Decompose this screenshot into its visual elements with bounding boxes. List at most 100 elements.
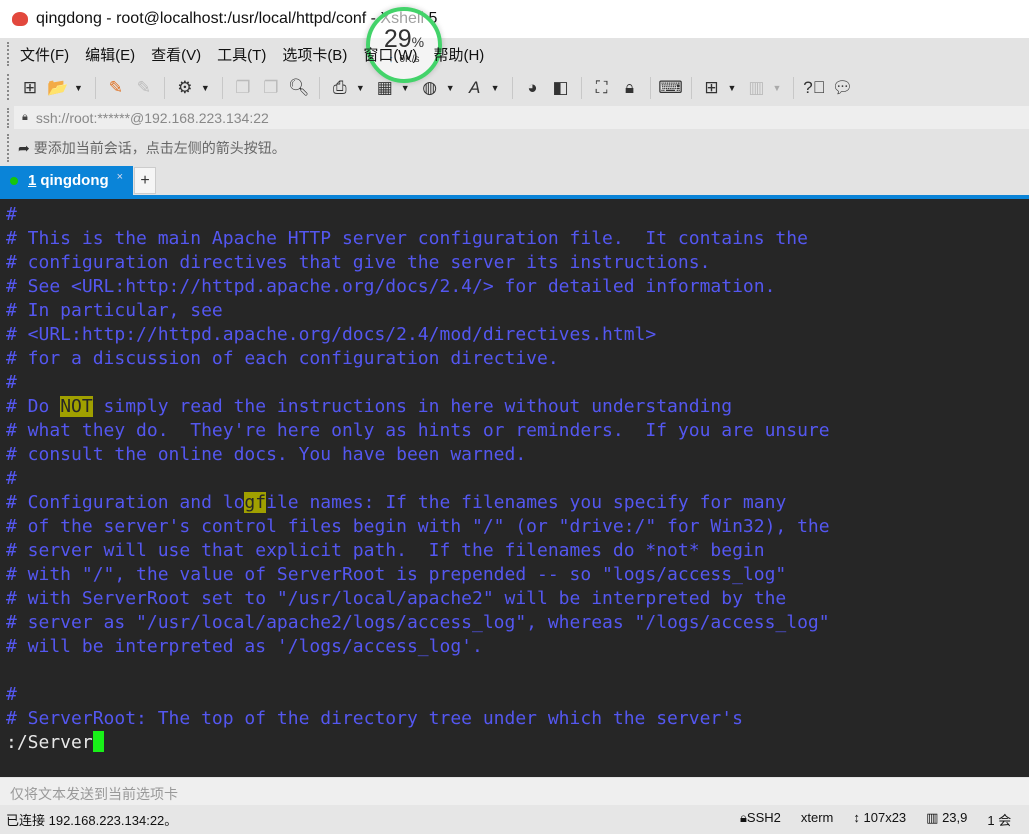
new-session-icon[interactable]: ⊞ — [18, 76, 42, 100]
menu-window[interactable]: 窗口(W) — [363, 44, 417, 65]
layout-dropdown-icon[interactable]: ▼ — [401, 83, 410, 93]
terminal-line: # See <URL:http://httpd.apache.org/docs/… — [6, 275, 1029, 299]
find-icon[interactable]: 🔍︎ — [287, 76, 311, 100]
disconnect-icon[interactable]: ✎ — [132, 76, 156, 100]
line-text: # configuration directives that give the… — [6, 252, 711, 273]
line-text: # what they do. They're here only as hin… — [6, 420, 830, 441]
add-session-dropdown-icon[interactable]: ▼ — [728, 83, 737, 93]
terminal-line: # — [6, 683, 1029, 707]
separator — [690, 77, 692, 99]
menu-view[interactable]: 查看(V) — [151, 44, 201, 65]
tab-qingdong[interactable]: 1 qingdong × — [0, 166, 133, 195]
terminal-line: # — [6, 203, 1029, 227]
tile-icon[interactable]: ▥ — [744, 76, 768, 100]
separator — [221, 77, 223, 99]
menu-tools[interactable]: 工具(T) — [217, 44, 266, 65]
command-text[interactable]: :/Server — [6, 732, 93, 753]
terminal-line: # of the server's control files begin wi… — [6, 515, 1029, 539]
menu-file[interactable]: 文件(F) — [20, 44, 69, 65]
send-text-input[interactable]: 仅将文本发送到当前选项卡 — [0, 778, 1029, 805]
print-dropdown-icon[interactable]: ▼ — [356, 83, 365, 93]
add-session-icon[interactable]: ⊞ — [700, 76, 724, 100]
line-text: # This is the main Apache HTTP server co… — [6, 228, 808, 249]
print-icon[interactable]: ⎙ — [328, 76, 352, 100]
properties-dropdown-icon[interactable]: ▼ — [201, 83, 210, 93]
cursor-position: ▥ 23,9 — [926, 810, 968, 825]
terminal-line: # — [6, 371, 1029, 395]
terminal-line: # <URL:http://httpd.apache.org/docs/2.4/… — [6, 323, 1029, 347]
menu-help[interactable]: 帮助(H) — [433, 44, 484, 65]
line-text: # Do — [6, 396, 61, 417]
fullscreen-icon[interactable]: ⛶ — [590, 76, 614, 100]
separator — [94, 77, 96, 99]
search-highlight: gf — [244, 492, 267, 513]
line-text: # ServerRoot: The top of the directory t… — [6, 708, 743, 729]
address-bar[interactable]: 🔒︎ ssh://root:******@192.168.223.134:22 — [14, 106, 1029, 129]
session-count: 1 会 — [987, 813, 1012, 828]
line-text: # — [6, 684, 17, 705]
open-folder-icon[interactable]: 📂 — [46, 76, 70, 100]
search-highlight: NOT — [60, 396, 93, 417]
menu-tabs[interactable]: 选项卡(B) — [282, 44, 347, 65]
lock-icon[interactable]: 🔒︎ — [618, 76, 642, 100]
window-title: qingdong - root@localhost:/usr/local/htt… — [36, 10, 438, 27]
keyboard-icon[interactable]: ⌨ — [658, 76, 683, 100]
separator — [511, 77, 513, 99]
line-text: # server will use that explicit path. If… — [6, 540, 765, 561]
command-line[interactable]: :/Server — [6, 731, 1029, 755]
separator — [163, 77, 165, 99]
terminal-line: # for a discussion of each configuration… — [6, 347, 1029, 371]
globe-icon[interactable]: ◍ — [418, 76, 442, 100]
tab-number: 1 — [28, 172, 37, 189]
properties-icon[interactable]: ⚙ — [173, 76, 197, 100]
line-text: # for a discussion of each configuration… — [6, 348, 559, 369]
menu-edit[interactable]: 编辑(E) — [85, 44, 135, 65]
tile-dropdown-icon[interactable]: ▼ — [772, 83, 781, 93]
terminal-line: # with ServerRoot set to "/usr/local/apa… — [6, 587, 1029, 611]
separator — [318, 77, 320, 99]
line-text: # server as "/usr/local/apache2/logs/acc… — [6, 612, 830, 633]
font-dropdown-icon[interactable]: ▼ — [491, 83, 500, 93]
tab-label: qingdong — [40, 172, 109, 189]
add-session-arrow-icon[interactable]: ➦ — [18, 140, 30, 157]
tab-bar: 1 qingdong × + — [0, 166, 1029, 195]
separator — [793, 77, 795, 99]
title-bar: qingdong - root@localhost:/usr/local/htt… — [0, 0, 1029, 38]
line-text: ile names: If the filenames you specify … — [266, 492, 787, 513]
help-icon[interactable]: ?⃝ — [802, 76, 826, 100]
terminal-line: # Do NOT simply read the instructions in… — [6, 395, 1029, 419]
globe-dropdown-icon[interactable]: ▼ — [446, 83, 455, 93]
close-tab-icon[interactable]: × — [117, 171, 123, 183]
font-icon[interactable]: A — [463, 76, 487, 100]
line-text: # with "/", the value of ServerRoot is p… — [6, 564, 787, 585]
line-text: # — [6, 372, 17, 393]
xshell-logo-icon — [12, 12, 28, 26]
connection-status: 已连接 192.168.223.134:22。 — [6, 813, 178, 828]
add-tab-button[interactable]: + — [134, 167, 156, 194]
layout-icon[interactable]: ▦ — [373, 76, 397, 100]
paste-icon[interactable]: ❐ — [259, 76, 283, 100]
terminal-line: # — [6, 467, 1029, 491]
terminal-line: # what they do. They're here only as hin… — [6, 419, 1029, 443]
address-text[interactable]: ssh://root:******@192.168.223.134:22 — [36, 110, 269, 126]
session-hint-bar: ➦ 要添加当前会话，点击左侧的箭头按钮。 — [0, 133, 1029, 163]
terminal[interactable]: # # This is the main Apache HTTP server c… — [0, 199, 1029, 777]
xftp-icon[interactable]: ◧ — [549, 76, 573, 100]
copy-icon[interactable]: ❐ — [231, 76, 255, 100]
line-text: # <URL:http://httpd.apache.org/docs/2.4/… — [6, 324, 657, 345]
connect-icon[interactable]: ✎ — [104, 76, 128, 100]
terminal-line: # configuration directives that give the… — [6, 251, 1029, 275]
line-text: # with ServerRoot set to "/usr/local/apa… — [6, 588, 787, 609]
terminal-line: # server will use that explicit path. If… — [6, 539, 1029, 563]
protocol-status: 🔒︎SSH2 — [740, 810, 781, 825]
terminal-line: # with "/", the value of ServerRoot is p… — [6, 563, 1029, 587]
chat-icon[interactable]: 💬︎ — [830, 76, 854, 100]
cursor — [92, 731, 104, 752]
open-dropdown-icon[interactable]: ▼ — [74, 83, 83, 93]
xshell-icon[interactable]: ◕ — [521, 76, 545, 100]
line-text: # See <URL:http://httpd.apache.org/docs/… — [6, 276, 776, 297]
line-text: # consult the online docs. You have been… — [6, 444, 527, 465]
line-text: # Configuration and lo — [6, 492, 245, 513]
separator — [580, 77, 582, 99]
